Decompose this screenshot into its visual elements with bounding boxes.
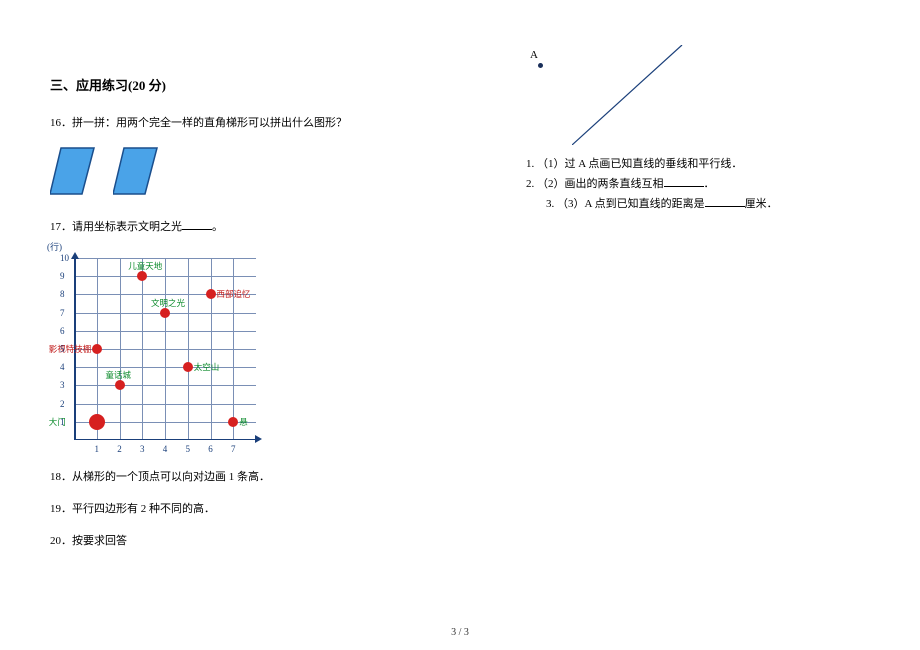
point-label: 悬	[239, 416, 248, 428]
data-point	[89, 414, 105, 430]
y-tick: 1	[60, 417, 65, 427]
grid-line-v	[188, 258, 189, 440]
q17-text-b: 。	[212, 221, 223, 233]
q20-diagram: A	[520, 45, 720, 150]
page-number: 3 / 3	[451, 627, 469, 638]
y-tick: 8	[60, 289, 65, 299]
y-tick: 3	[60, 380, 65, 390]
y-tick: 2	[60, 399, 65, 409]
data-point	[115, 380, 125, 390]
worksheet-page: 三、应用练习(20 分) 16．拼一拼：用两个完全一样的直角梯形可以拼出什么图形…	[0, 0, 920, 584]
data-point	[228, 417, 238, 427]
point-label: 文明之光	[151, 297, 185, 309]
point-label: 童话城	[106, 369, 132, 381]
x-tick: 3	[140, 444, 145, 454]
data-point	[183, 362, 193, 372]
q20-sub1-text: （1）过 A 点画已知直线的垂线和平行线．	[537, 158, 742, 170]
q19-text: 平行四边形有 2 种不同的高．	[72, 503, 215, 515]
q16-num: 16．	[50, 117, 72, 129]
point-a-dot	[538, 63, 543, 68]
point-label: 西部追忆	[217, 288, 251, 300]
data-point	[137, 271, 147, 281]
y-tick: 4	[60, 362, 65, 372]
point-label: 儿童天地	[128, 260, 162, 272]
q17-text-a: 请用坐标表示文明之光	[72, 221, 182, 233]
y-tick: 7	[60, 308, 65, 318]
y-tick: 5	[60, 344, 65, 354]
question-17: 17．请用坐标表示文明之光 。	[50, 218, 480, 234]
x-tick: 2	[117, 444, 122, 454]
grid-line-v	[233, 258, 234, 440]
right-column: A 1. （1）过 A 点画已知直线的垂线和平行线． 2. （2）画出的两条直线…	[510, 55, 870, 564]
grid-line-v	[211, 258, 212, 440]
data-point	[92, 344, 102, 354]
data-point	[206, 289, 216, 299]
x-tick: 5	[186, 444, 191, 454]
section-title: 三、应用练习(20 分)	[50, 75, 480, 94]
trapezoid-right	[113, 146, 158, 196]
q20-sub1-num: 1.	[526, 158, 534, 170]
left-column: 三、应用练习(20 分) 16．拼一拼：用两个完全一样的直角梯形可以拼出什么图形…	[50, 55, 480, 564]
point-label: 影视特技棚	[49, 343, 92, 355]
q20-sub3-num: 3.	[546, 198, 554, 210]
q20-sub3-text-b: 厘米．	[745, 198, 778, 210]
q20-sub2-text-b: ．	[704, 178, 715, 190]
y-tick: 9	[60, 271, 65, 281]
q20-sub2-num: 2.	[526, 178, 534, 190]
y-axis-label: (行)	[47, 240, 62, 253]
q17-blank[interactable]	[182, 219, 212, 230]
y-axis-arrow	[71, 252, 79, 259]
grid-line-v	[165, 258, 166, 440]
x-tick: 6	[208, 444, 213, 454]
x-tick: 1	[95, 444, 100, 454]
q17-num: 17．	[50, 221, 72, 233]
point-label: 太空山	[194, 361, 220, 373]
q20-subquestions: 1. （1）过 A 点画已知直线的垂线和平行线． 2. （2）画出的两条直线互相…	[510, 155, 870, 211]
question-19: 19．平行四边形有 2 种不同的高．	[50, 500, 480, 516]
q16-text: 拼一拼：用两个完全一样的直角梯形可以拼出什么图形？	[72, 117, 347, 129]
q16-shapes	[50, 146, 480, 196]
grid-line-v	[120, 258, 121, 440]
y-tick: 6	[60, 326, 65, 336]
question-18: 18．从梯形的一个顶点可以向对边画 1 条高．	[50, 468, 480, 484]
diagonal-line	[572, 45, 722, 145]
q19-num: 19．	[50, 503, 72, 515]
q20-sub3-blank[interactable]	[705, 196, 745, 207]
grid-line-v	[142, 258, 143, 440]
q20-sub2-text-a: （2）画出的两条直线互相	[537, 178, 664, 190]
q20-num: 20．	[50, 535, 72, 547]
chart-grid: 1234567大门影视特技棚童话城儿童天地文明之光太空山西部追忆悬	[74, 258, 256, 440]
y-tick: 10	[60, 253, 69, 263]
x-tick: 7	[231, 444, 236, 454]
q18-num: 18．	[50, 471, 72, 483]
coordinate-chart: (行) 1234567大门影视特技棚童话城儿童天地文明之光太空山西部追忆悬 12…	[50, 250, 265, 450]
x-axis	[74, 439, 256, 441]
q20-text: 按要求回答	[72, 535, 127, 547]
q20-sub3-text-a: （3）A 点到已知直线的距离是	[557, 198, 705, 210]
q18-text: 从梯形的一个顶点可以向对边画 1 条高．	[72, 471, 270, 483]
q20-sub2-blank[interactable]	[664, 176, 704, 187]
x-axis-arrow	[255, 435, 262, 443]
point-a-label: A	[530, 49, 538, 61]
trapezoid-left	[50, 146, 95, 196]
question-16: 16．拼一拼：用两个完全一样的直角梯形可以拼出什么图形？	[50, 114, 480, 130]
q20-sub2: 2. （2）画出的两条直线互相 ．	[510, 175, 870, 191]
question-20: 20．按要求回答	[50, 532, 480, 548]
data-point	[160, 308, 170, 318]
q20-sub1: 1. （1）过 A 点画已知直线的垂线和平行线．	[510, 155, 870, 171]
q20-sub3: 3. （3）A 点到已知直线的距离是 厘米．	[510, 195, 870, 211]
x-tick: 4	[163, 444, 168, 454]
